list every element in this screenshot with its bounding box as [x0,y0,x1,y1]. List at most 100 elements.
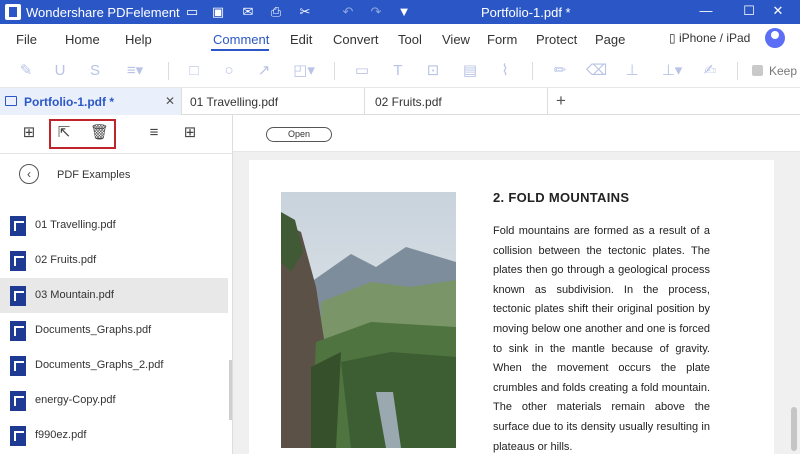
section-heading: 2. FOLD MOUNTAINS [493,190,630,205]
sticky-note-icon[interactable]: ▭ [352,62,372,80]
email-icon[interactable]: ✉ [240,4,256,20]
mountain-photo [281,192,456,448]
underline-icon[interactable]: U [50,62,70,80]
text-box-icon[interactable]: T [388,62,408,80]
text-align-dropdown-icon[interactable]: ≡▾ [120,62,150,80]
file-name: Documents_Graphs.pdf [35,324,152,336]
callout-icon[interactable]: ▤ [460,62,480,80]
app-name: Wondershare PDFelement [26,5,180,20]
redo-icon[interactable]: ↷ [368,4,384,20]
menu-tool[interactable]: Tool [398,32,422,47]
active-menu-indicator [211,49,269,51]
menu-help[interactable]: Help [125,32,152,47]
text-field-icon[interactable]: ⊡ [423,62,443,80]
menu-form[interactable]: Form [487,32,517,47]
stamp-dropdown-icon[interactable]: ⊥▾ [657,62,687,80]
tab-02-fruits[interactable]: 02 Fruits.pdf [365,88,548,115]
arrow-icon[interactable]: ↗ [254,62,274,80]
add-file-icon[interactable]: ⊞ [20,124,38,142]
file-name: energy-Copy.pdf [35,394,116,406]
folder-icon [5,96,17,106]
menu-protect[interactable]: Protect [536,32,577,47]
tab-label: Portfolio-1.pdf * [24,95,114,109]
menu-comment[interactable]: Comment [213,32,269,47]
phone-icon: ▯ [669,31,676,45]
stamp-icon[interactable]: ⊥ [622,62,642,80]
chevron-left-icon: ‹ [27,167,31,181]
file-name: Documents_Graphs_2.pdf [35,359,164,371]
menu-file[interactable]: File [16,32,37,47]
new-tab-button[interactable]: + [556,91,566,111]
pdf-file-icon [10,426,26,446]
tab-label: 01 Travelling.pdf [190,95,279,109]
back-button[interactable]: ‹ [19,164,39,184]
tab-01-travelling[interactable]: 01 Travelling.pdf [182,88,365,115]
device-label: iPhone / iPad [678,31,751,45]
pdf-file-icon [10,286,26,306]
keep-tool-label: Keep [769,64,798,78]
toolbar-separator [334,62,335,80]
document-view: Open 2. FOLD MOUNTAINS Fold mountains ar… [233,115,800,460]
eraser-icon[interactable]: ⌫ [586,62,607,80]
menu-view[interactable]: View [442,32,470,47]
user-avatar[interactable] [765,28,785,48]
save-icon[interactable]: ▣ [210,4,226,20]
strikethrough-icon[interactable]: S [85,62,105,80]
shape-dropdown-icon[interactable]: ◰▾ [289,62,319,80]
minimize-button[interactable]: — [684,0,728,24]
file-name: 02 Fruits.pdf [35,254,97,266]
folder-title: PDF Examples [57,169,131,181]
vertical-scrollbar[interactable] [791,407,797,451]
file-name: 01 Travelling.pdf [35,219,116,231]
undo-icon[interactable]: ↶ [340,4,356,20]
signature-icon[interactable]: ✍ [700,62,720,80]
document-title: Portfolio-1.pdf * [481,5,571,20]
rectangle-icon[interactable]: □ [184,62,204,80]
sidebar-splitter[interactable] [229,360,232,420]
file-sidebar: ⊞ ⇱ 🗑 ≡ ⊞ ‹ PDF Examples 01 Travelling.p… [0,115,233,454]
menu-convert[interactable]: Convert [333,32,379,47]
tab-label: 02 Fruits.pdf [375,95,442,109]
menu-page[interactable]: Page [595,32,625,47]
keep-tool-checkbox[interactable] [752,65,763,76]
oval-icon[interactable]: ○ [219,62,239,80]
highlight-icon[interactable]: ✎ [16,62,36,80]
pdf-file-icon [10,391,26,411]
file-name: f990ez.pdf [35,429,87,441]
pdf-file-icon [10,356,26,376]
attachment-icon[interactable]: ⌇ [495,62,515,80]
list-view-icon[interactable]: ≡ [145,124,163,142]
file-list-item[interactable]: energy-Copy.pdf [0,383,228,418]
menu-home[interactable]: Home [65,32,100,47]
file-list-item[interactable]: 01 Travelling.pdf [0,208,228,243]
close-tab-icon[interactable]: ✕ [165,94,175,108]
sidebar-divider [0,153,232,154]
file-name: 03 Mountain.pdf [35,289,114,301]
mountain-photo-image [281,192,456,448]
iphone-ipad-link[interactable]: ▯ iPhone / iPad [669,31,750,45]
file-list-item[interactable]: f990ez.pdf [0,418,228,453]
pencil-icon[interactable]: ✏ [550,62,570,80]
toolbar-separator [168,62,169,80]
file-list-item[interactable]: Documents_Graphs_2.pdf [0,348,228,383]
file-list-item[interactable]: Documents_Graphs.pdf [0,313,228,348]
file-list-item[interactable]: 02 Fruits.pdf [0,243,228,278]
pdf-file-icon [10,321,26,341]
quick-access-dropdown-icon[interactable]: ▼ [396,4,412,20]
open-folder-icon[interactable]: ▭ [184,4,200,20]
app-logo-icon [5,4,21,20]
grid-view-icon[interactable]: ⊞ [181,124,199,142]
scissors-icon[interactable]: ✂ [297,4,313,20]
menu-edit[interactable]: Edit [290,32,312,47]
print-icon[interactable]: ⎙ [268,4,284,20]
title-bar: Wondershare PDFelement ▭ ▣ ✉ ⎙ ✂ ↶ ↷ ▼ P… [0,0,800,24]
annotation-highlight-box [49,119,116,149]
open-button[interactable]: Open [266,127,332,142]
file-list-item-selected[interactable]: 03 Mountain.pdf [0,278,228,313]
pdf-page: 2. FOLD MOUNTAINS Fold mountains are for… [249,160,774,460]
toolbar-separator [532,62,533,80]
tab-portfolio-1[interactable]: Portfolio-1.pdf * ✕ [0,88,182,115]
toolbar-separator [737,62,738,80]
close-button[interactable]: ✕ [756,0,800,24]
comment-toolbar: ✎ U S ≡▾ □ ○ ↗ ◰▾ ▭ T ⊡ ▤ ⌇ ✏ ⌫ ⊥ ⊥▾ ✍ K… [0,54,800,88]
